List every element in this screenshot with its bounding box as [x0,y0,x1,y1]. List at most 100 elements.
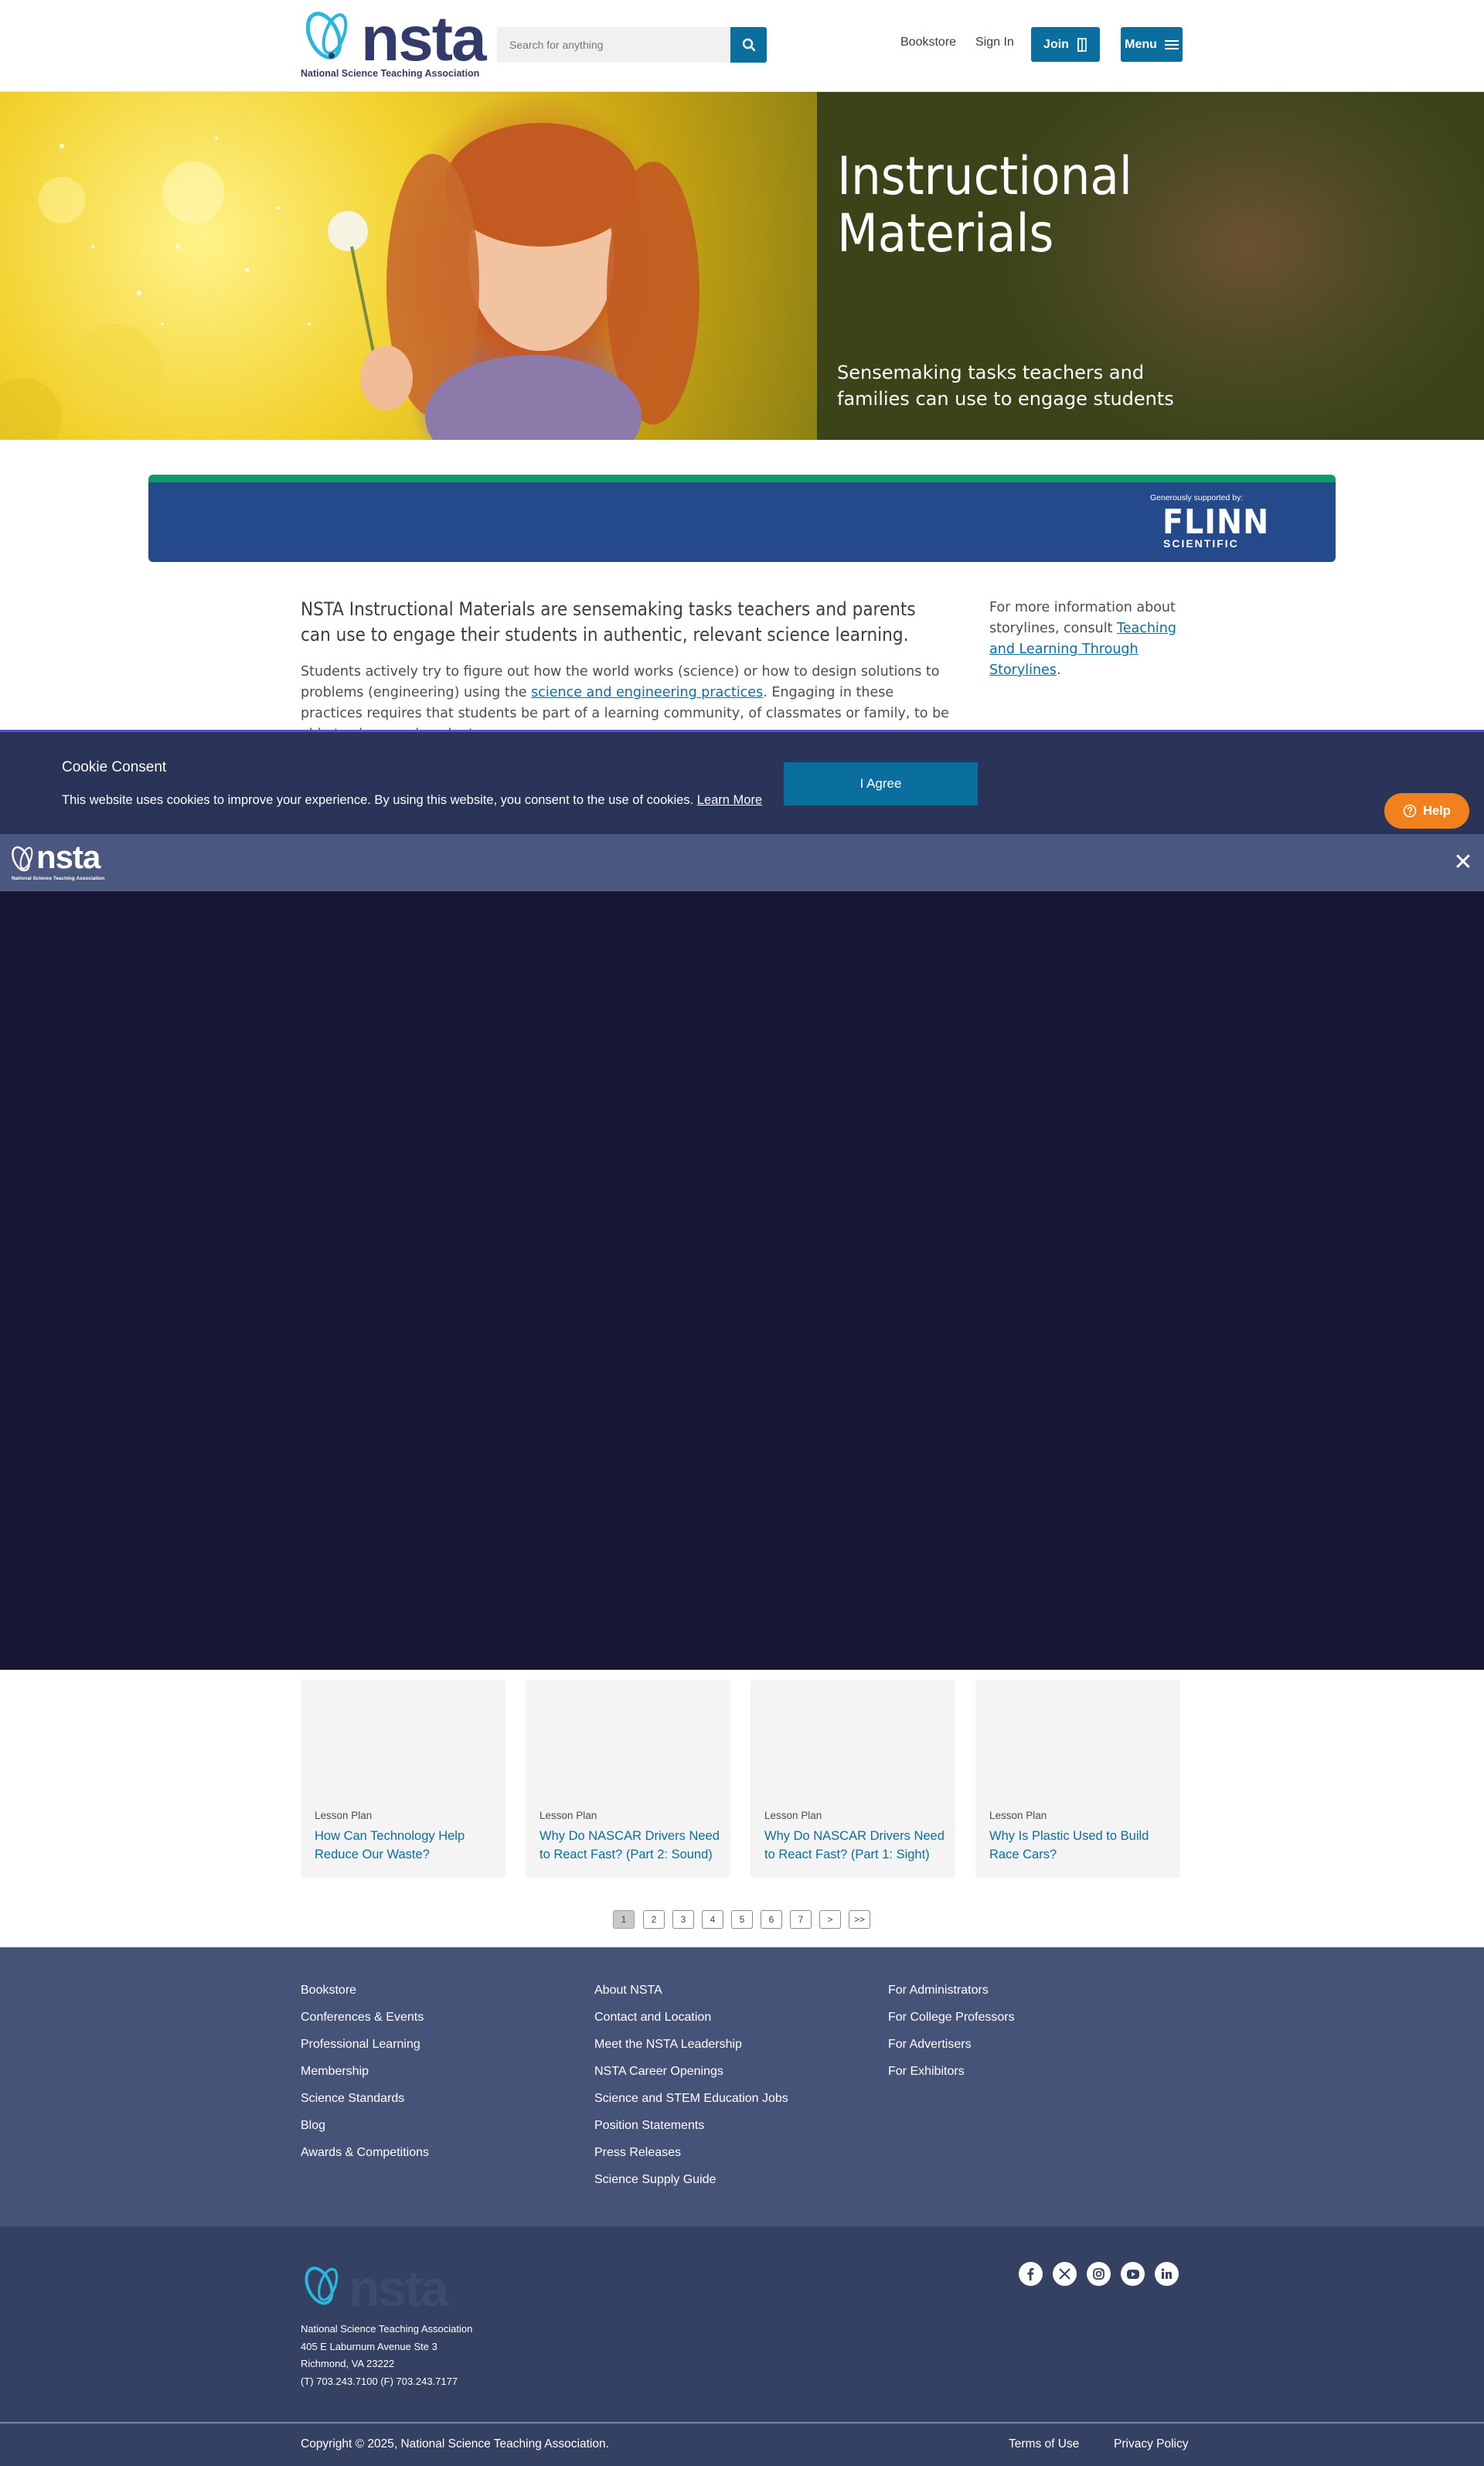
lesson-card[interactable]: Lesson Plan How Can Technology Help Redu… [301,1680,505,1878]
youtube-icon[interactable] [1121,2262,1145,2286]
lesson-card[interactable]: Lesson Plan Why Is Plastic Used to Build… [975,1680,1180,1878]
footer-link[interactable]: Meet the NSTA Leadership [594,2038,742,2052]
join-label: Join [1043,37,1069,51]
instagram-icon[interactable] [1087,2262,1111,2286]
card-title-link[interactable]: Why Do NASCAR Drivers Need to React Fast… [539,1827,722,1864]
footer-link[interactable]: Contact and Location [594,2011,711,2025]
footer-link[interactable]: For Administrators [888,1984,989,1998]
site-header: nsta National Science Teaching Associati… [0,0,1484,92]
door-enter-icon [1077,37,1087,52]
search-button[interactable] [730,27,767,63]
help-button[interactable]: Help [1384,793,1469,829]
question-circle-icon [1403,804,1417,818]
sponsor-label: Generously supported by: [1150,493,1244,502]
footer-link[interactable]: Membership [301,2065,369,2079]
footer-nsta-logo[interactable]: nsta [301,2262,463,2316]
hero-title: Instructional Materials [837,146,1132,264]
search-icon [742,38,755,52]
address-line: (T) 703.243.7100 (F) 703.243.7177 [301,2375,458,2387]
address-line: National Science Teaching Association [301,2323,473,2335]
card-type: Lesson Plan [989,1810,1047,1821]
nav-bookstore-link[interactable]: Bookstore [900,36,956,49]
card-type: Lesson Plan [539,1810,597,1821]
logo-wordmark: nsta [361,4,487,74]
footer-link[interactable]: For Advertisers [888,2038,972,2052]
footer-link[interactable]: About NSTA [594,1984,662,1998]
footer-bottom-bar: Copyright © 2025, National Science Teach… [0,2422,1484,2466]
hero-photo-girl-dandelion [0,92,817,440]
address-line: Richmond, VA 23222 [301,2358,395,2369]
footer-link[interactable]: Conferences & Events [301,2011,424,2025]
footer-link[interactable]: Blog [301,2119,325,2133]
footer-contact: nsta National Science Teaching Associati… [0,2226,1484,2422]
footer-link[interactable]: Science Supply Guide [594,2173,716,2187]
butterfly-logo-icon [12,846,33,872]
footer-link[interactable]: NSTA Career Openings [594,2065,723,2079]
page-button-1[interactable]: 1 [613,1910,635,1929]
butterfly-logo-icon [305,2267,339,2305]
help-label: Help [1423,803,1451,818]
storylines-note: For more information about storylines, c… [989,598,1183,681]
menu-button[interactable]: Menu [1121,27,1183,62]
nav-sign-in-link[interactable]: Sign In [975,36,1014,49]
card-type: Lesson Plan [315,1810,373,1821]
footer-link[interactable]: Science and STEM Education Jobs [594,2092,788,2106]
overlay-logo-tagline: National Science Teaching Association [12,876,105,881]
page-button-5[interactable]: 5 [731,1910,753,1929]
next-page-button[interactable]: > [819,1910,841,1929]
x-icon[interactable] [1053,2262,1077,2286]
copyright-text: Copyright © 2025, National Science Teach… [301,2437,609,2451]
science-engineering-practices-link[interactable]: science and engineering practices [531,685,763,700]
lesson-card[interactable]: Lesson Plan Why Do NASCAR Drivers Need t… [751,1680,955,1878]
cookie-title: Cookie Consent [62,759,167,775]
sponsor-logo-flinn[interactable]: FLINN [1162,506,1269,540]
cookie-learn-more-link[interactable]: Learn More [697,793,762,807]
cookie-agree-button[interactable]: I Agree [784,762,978,806]
lesson-card[interactable]: Lesson Plan Why Do NASCAR Drivers Need t… [526,1680,730,1878]
card-type: Lesson Plan [764,1810,822,1821]
footer-address: National Science Teaching Association 40… [301,2321,472,2390]
privacy-policy-link[interactable]: Privacy Policy [1114,2437,1188,2451]
menu-label: Menu [1125,37,1157,51]
overlay-content-area [0,891,1484,1670]
footer-link[interactable]: Position Statements [594,2119,704,2133]
footer-link[interactable]: For Exhibitors [888,2065,965,2079]
intro-lead: NSTA Instructional Materials are sensema… [301,598,916,645]
address-line: 405 E Laburnum Avenue Ste 3 [301,2340,437,2352]
footer-logo-wordmark: nsta [349,2260,449,2317]
sponsor-logo-scientific: SCIENTIFIC [1163,537,1239,550]
card-title-link[interactable]: Why Is Plastic Used to Build Race Cars? [989,1827,1172,1864]
hero-subtitle: Sensemaking tasks teachers and families … [837,362,1174,410]
footer-link[interactable]: Press Releases [594,2146,681,2160]
page-button-6[interactable]: 6 [761,1910,782,1929]
terms-of-use-link[interactable]: Terms of Use [1009,2437,1079,2451]
page-button-4[interactable]: 4 [702,1910,723,1929]
hamburger-icon [1164,39,1179,49]
card-title-link[interactable]: How Can Technology Help Reduce Our Waste… [315,1827,497,1864]
overlay-header: nsta National Science Teaching Associati… [0,834,1484,891]
linkedin-icon[interactable] [1155,2262,1179,2286]
close-icon[interactable]: ✕ [1451,848,1475,876]
search-box [497,27,767,63]
search-input[interactable] [497,27,730,63]
footer-link[interactable]: For College Professors [888,2011,1015,2025]
hero-photo-detail [0,123,699,440]
card-title-link[interactable]: Why Do NASCAR Drivers Need to React Fast… [764,1827,947,1864]
page-button-7[interactable]: 7 [790,1910,812,1929]
footer-link[interactable]: Awards & Competitions [301,2146,429,2160]
footer-link[interactable]: Professional Learning [301,2038,420,2052]
facebook-icon[interactable] [1019,2262,1043,2286]
sponsor-banner [148,475,1336,562]
page-button-2[interactable]: 2 [643,1910,665,1929]
hero-banner [0,92,1484,440]
overlay-logo-wordmark: nsta [36,839,100,875]
last-page-button[interactable]: >> [849,1910,870,1929]
page-button-3[interactable]: 3 [672,1910,694,1929]
join-button[interactable]: Join [1031,27,1100,62]
nsta-logo[interactable]: nsta National Science Teaching Associati… [301,6,487,80]
footer-link[interactable]: Science Standards [301,2092,404,2106]
cookie-message: This website uses cookies to improve you… [62,793,694,807]
footer-link[interactable]: Bookstore [301,1984,356,1998]
footer-links: Bookstore Conferences & Events Professiona… [0,1947,1484,2226]
overlay-nsta-logo: nsta National Science Teaching Associati… [10,840,111,884]
